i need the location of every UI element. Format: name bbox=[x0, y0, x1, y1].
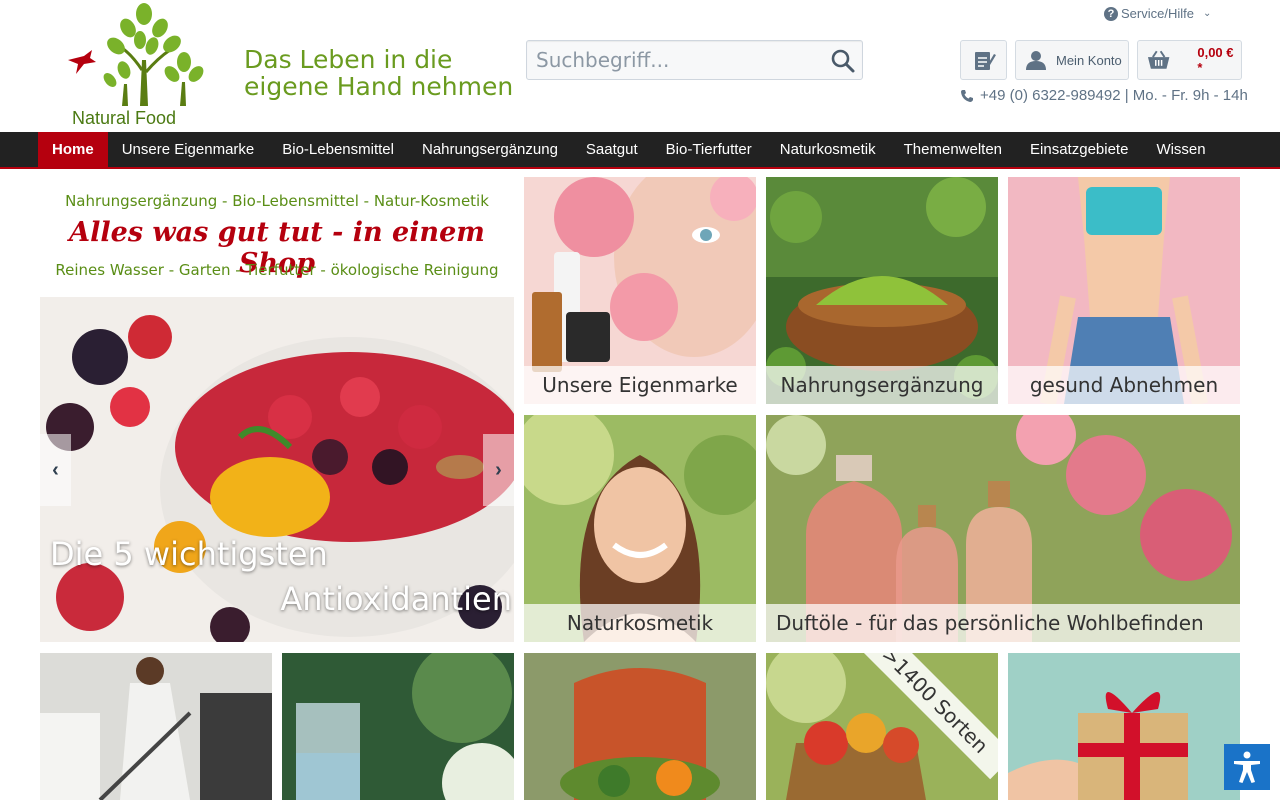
nav-item-eigenmarke[interactable]: Unsere Eigenmarke bbox=[108, 132, 269, 167]
cart-amount: 0,00 € * bbox=[1197, 45, 1234, 75]
chevron-down-icon: ⌄ bbox=[1202, 8, 1212, 19]
tile-duftoele[interactable]: Duftöle - für das persönliche Wohlbefind… bbox=[766, 415, 1240, 642]
accessibility-button[interactable] bbox=[1224, 744, 1270, 790]
nav-item-saatgut[interactable]: Saatgut bbox=[572, 132, 652, 167]
service-help-label: Service/Hilfe bbox=[1121, 6, 1194, 21]
nav-item-wissen[interactable]: Wissen bbox=[1142, 132, 1219, 167]
nav-item-einsatzgebiete[interactable]: Einsatzgebiete bbox=[1016, 132, 1142, 167]
search-button[interactable] bbox=[830, 48, 856, 74]
slider-next-button[interactable]: › bbox=[483, 434, 514, 506]
tile-image-cleaning bbox=[40, 653, 272, 800]
search-input[interactable] bbox=[527, 41, 817, 79]
slogan-line-2: eigene Hand nehmen bbox=[244, 72, 514, 101]
tile-label-abnehmen: gesund Abnehmen bbox=[1008, 366, 1240, 404]
hero-caption-2: Antioxidantien bbox=[280, 580, 512, 618]
tile-label-eigenmarke: Unsere Eigenmarke bbox=[524, 366, 756, 404]
nav-item-home[interactable]: Home bbox=[38, 132, 108, 167]
tile-label-duftoele: Duftöle - für das persönliche Wohlbefind… bbox=[766, 604, 1240, 642]
tile-nahrungsergaenzung[interactable]: Nahrungsergänzung bbox=[766, 177, 998, 404]
search-icon bbox=[831, 49, 855, 73]
slogan-line-1: Das Leben in die bbox=[244, 45, 453, 74]
phone-icon bbox=[961, 89, 973, 102]
tile-saatgut[interactable]: >1400 Sorten bbox=[766, 653, 998, 800]
phone-info: +49 (0) 6322-989492 | Mo. - Fr. 9h - 14h bbox=[960, 87, 1248, 104]
tile-label-naturkosmetik: Naturkosmetik bbox=[524, 604, 756, 642]
notepad-button[interactable] bbox=[960, 40, 1007, 80]
tile-reinigung[interactable] bbox=[40, 653, 272, 800]
user-icon bbox=[1026, 51, 1046, 70]
hero-slider[interactable]: Nahrungsergänzung - Bio-Lebensmittel - N… bbox=[40, 177, 514, 642]
search-box bbox=[526, 40, 863, 80]
tile-image-water bbox=[282, 653, 514, 800]
nav-item-bio-lebensmittel[interactable]: Bio-Lebensmittel bbox=[268, 132, 408, 167]
cart-button[interactable]: 0,00 € * bbox=[1137, 40, 1242, 80]
tile-wasser[interactable] bbox=[282, 653, 514, 800]
hero-banner-text: Nahrungsergänzung - Bio-Lebensmittel - N… bbox=[40, 177, 514, 297]
tile-image-gift bbox=[1008, 653, 1240, 800]
tile-gesund-abnehmen[interactable]: gesund Abnehmen bbox=[1008, 177, 1240, 404]
accessibility-icon bbox=[1234, 751, 1260, 783]
brand-name: Natural Food bbox=[72, 108, 177, 128]
slider-prev-button[interactable]: ‹ bbox=[40, 434, 71, 506]
main-navigation: Home Unsere Eigenmarke Bio-Lebensmittel … bbox=[0, 132, 1280, 169]
nav-item-naturkosmetik[interactable]: Naturkosmetik bbox=[766, 132, 890, 167]
tile-eigenmarke[interactable]: Unsere Eigenmarke bbox=[524, 177, 756, 404]
nav-item-themenwelten[interactable]: Themenwelten bbox=[890, 132, 1016, 167]
chevron-right-icon: › bbox=[495, 458, 502, 481]
hero-line-1: Nahrungsergänzung - Bio-Lebensmittel - N… bbox=[65, 192, 489, 210]
nav-item-nahrungsergaenzung[interactable]: Nahrungsergänzung bbox=[408, 132, 572, 167]
site-header: Natural Food Das Leben in die eigene Han… bbox=[0, 0, 1280, 132]
hero-caption-1: Die 5 wichtigsten bbox=[50, 535, 328, 573]
tile-bio-lebensmittel[interactable] bbox=[524, 653, 756, 800]
account-button[interactable]: Mein Konto bbox=[1015, 40, 1129, 80]
phone-text: +49 (0) 6322-989492 | Mo. - Fr. 9h - 14h bbox=[980, 87, 1248, 104]
slogan: Das Leben in die eigene Hand nehmen bbox=[244, 46, 513, 100]
nav-item-bio-tierfutter[interactable]: Bio-Tierfutter bbox=[652, 132, 766, 167]
hero-line-3: Reines Wasser - Garten - Tierfutter - ök… bbox=[55, 261, 499, 279]
tile-image-vegetables bbox=[524, 653, 756, 800]
question-icon: ? bbox=[1104, 6, 1118, 21]
service-help-menu[interactable]: ? Service/Hilfe ⌄ bbox=[1104, 6, 1211, 21]
tile-label-nahrungsergaenzung: Nahrungsergänzung bbox=[766, 366, 998, 404]
chevron-left-icon: ‹ bbox=[52, 458, 59, 481]
account-label: Mein Konto bbox=[1056, 52, 1122, 68]
tile-naturkosmetik[interactable]: Naturkosmetik bbox=[524, 415, 756, 642]
tile-geschenk[interactable] bbox=[1008, 653, 1240, 800]
notepad-icon bbox=[974, 52, 996, 70]
basket-icon bbox=[1147, 50, 1170, 69]
